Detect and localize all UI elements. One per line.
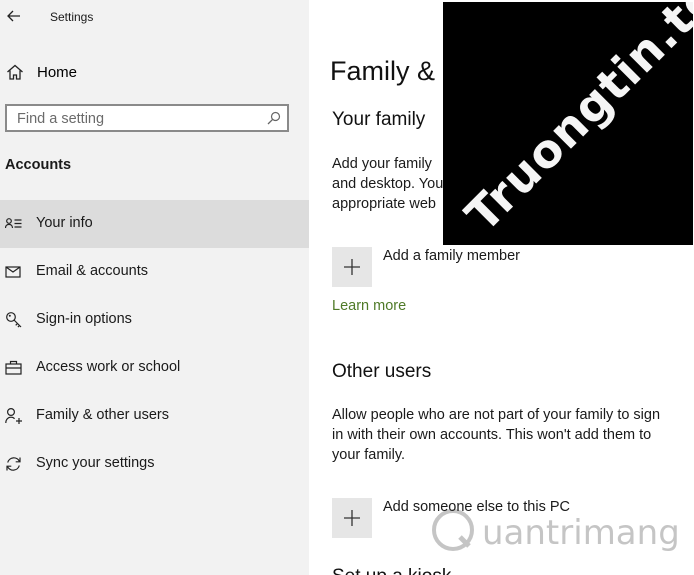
page-title: Family & o: [330, 56, 458, 86]
description-line: Add your family: [332, 156, 432, 172]
other-users-description: Allow people who are not part of your fa…: [332, 405, 660, 465]
description-line: appropriate web: [332, 196, 436, 212]
back-arrow-icon: [7, 10, 20, 22]
sidebar-item-label: Access work or school: [36, 359, 181, 375]
sidebar-item-email-accounts[interactable]: Email & accounts: [0, 248, 309, 296]
home-nav-item[interactable]: Home: [0, 56, 309, 88]
description-line: your family.: [332, 447, 406, 463]
description-line: and desktop. You: [332, 176, 444, 192]
sidebar-item-label: Sign-in options: [36, 311, 132, 327]
other-users-heading: Other users: [332, 361, 432, 382]
key-icon: [5, 311, 23, 329]
sidebar-item-label: Email & accounts: [36, 263, 149, 279]
plus-tile: [332, 247, 372, 287]
description-line: Allow people who are not part of your fa…: [332, 407, 661, 423]
home-icon: [6, 64, 24, 85]
cut-off-heading: Set up a kiosk: [332, 566, 451, 575]
mail-icon: [5, 263, 23, 281]
plus-tile: [332, 498, 372, 538]
add-family-member-label: Add a family member: [383, 248, 520, 264]
your-family-description: Add your family and desktop. You appropr…: [332, 154, 443, 214]
search-placeholder: Find a setting: [17, 111, 105, 127]
search-input[interactable]: Find a setting: [5, 104, 289, 132]
plus-icon: [344, 510, 360, 526]
sidebar-item-sign-in-options[interactable]: Sign-in options: [0, 296, 309, 344]
sidebar-item-family-other-users[interactable]: Family & other users: [0, 392, 309, 440]
your-family-heading: Your family: [332, 109, 426, 130]
add-someone-else-label: Add someone else to this PC: [383, 499, 570, 515]
sidebar-item-label: Family & other users: [36, 407, 169, 423]
sidebar-item-label: Sync your settings: [36, 455, 155, 471]
search-icon[interactable]: [267, 111, 281, 130]
briefcase-icon: [5, 359, 23, 377]
sidebar-item-sync-settings[interactable]: Sync your settings: [0, 440, 309, 488]
sidebar-item-your-info[interactable]: Your info: [0, 200, 309, 248]
sidebar-item-access-work-school[interactable]: Access work or school: [0, 344, 309, 392]
sidebar: Settings Home Find a setting Accounts Yo…: [0, 0, 309, 575]
learn-more-link[interactable]: Learn more: [332, 298, 406, 314]
window-title: Settings: [50, 10, 94, 24]
plus-icon: [344, 259, 360, 275]
person-card-icon: [4, 215, 23, 233]
home-label: Home: [37, 64, 78, 81]
back-button[interactable]: [4, 5, 24, 27]
sidebar-item-label: Your info: [36, 215, 93, 231]
watermark-overlay: Truongtin.top: [443, 2, 693, 245]
person-add-icon: [5, 407, 23, 425]
title-bar: Settings: [0, 0, 309, 34]
section-label-accounts: Accounts: [5, 157, 72, 173]
description-line: in with their own accounts. This won't a…: [332, 427, 652, 443]
sync-icon: [5, 455, 23, 473]
watermark-text: Truongtin.top: [454, 2, 693, 243]
